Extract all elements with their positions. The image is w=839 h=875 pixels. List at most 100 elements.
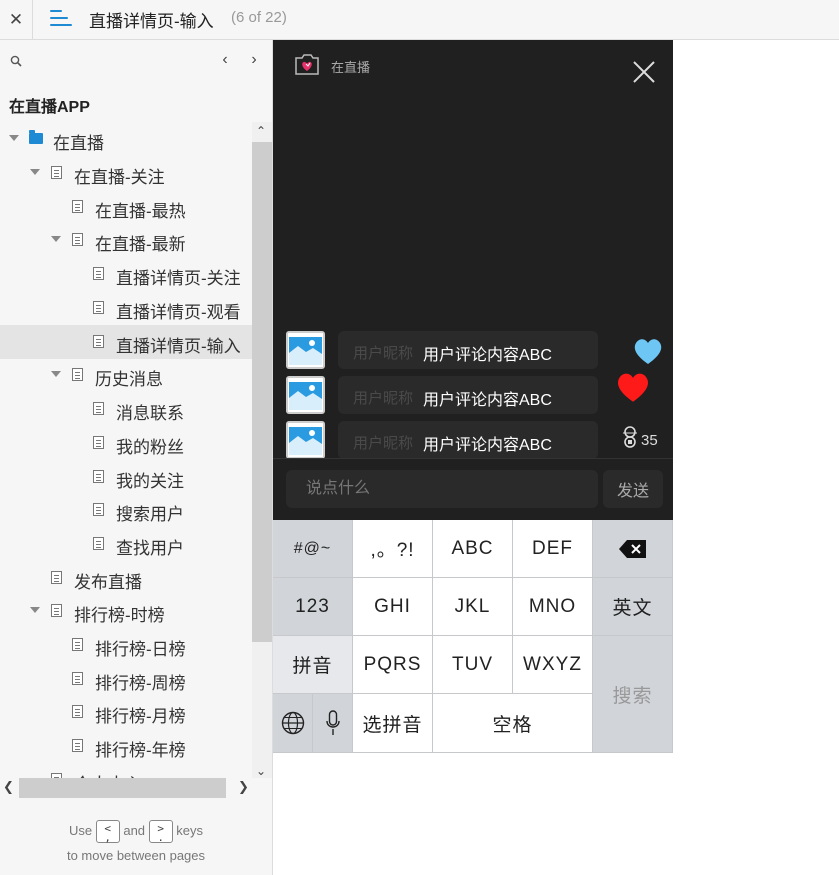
tree-item-label: 直播详情页-观看 — [116, 303, 241, 322]
page-icon — [72, 672, 83, 685]
scrollbar-thumb[interactable] — [252, 142, 272, 642]
tree-item-label: 历史消息 — [95, 370, 163, 389]
key-select-pinyin[interactable]: 选拼音 — [353, 694, 433, 753]
key-search[interactable]: 搜索 — [593, 636, 673, 753]
comment-input[interactable] — [286, 470, 598, 508]
logo-text: 在直播 — [331, 60, 371, 75]
scrollbar-thumb[interactable] — [19, 778, 226, 798]
page-icon — [72, 705, 83, 718]
previous-page-icon[interactable]: ‹ — [218, 52, 232, 68]
key-globe[interactable] — [273, 694, 313, 753]
key-jkl[interactable]: JKL — [433, 578, 513, 636]
close-icon[interactable]: ✕ — [0, 0, 33, 39]
scroll-right-icon[interactable]: ❯ — [238, 779, 249, 795]
send-button[interactable]: 发送 — [603, 470, 663, 508]
globe-icon — [281, 711, 304, 735]
key-pinyin[interactable]: 拼音 — [273, 636, 353, 694]
page-icon — [93, 267, 104, 280]
tree-item-label: 排行榜-月榜 — [95, 707, 186, 726]
tree-item-label: 消息联系 — [116, 404, 184, 423]
tree-item[interactable]: 发布直播 — [0, 561, 252, 595]
tree-item[interactable]: 排行榜-月榜 — [0, 695, 252, 729]
search-icon[interactable] — [10, 55, 22, 67]
tree-item[interactable]: 排行榜-年榜 — [0, 729, 252, 763]
scroll-left-icon[interactable]: ❮ — [3, 779, 14, 795]
key-punctuation[interactable]: ,。?! — [353, 520, 433, 578]
page-icon — [72, 739, 83, 752]
tree-item[interactable]: 消息联系 — [0, 392, 252, 426]
ime-keyboard: #@~ ,。?! ABC DEF 123 GHI JKL MNO 英文 拼音 P… — [273, 520, 673, 753]
keyboard-hint: Use <, and >. keys to move between pages — [0, 818, 272, 868]
tree-item[interactable]: 直播详情页-观看 — [0, 291, 252, 325]
page-tree: 在直播 在直播-关注 在直播-最热 在直播-最新 直播详情页-关注 直播详情页-… — [0, 122, 252, 778]
key-def[interactable]: DEF — [513, 520, 593, 578]
close-icon[interactable] — [632, 60, 656, 84]
like-counter: 35 — [619, 426, 663, 452]
tree-item[interactable]: 排行榜-日榜 — [0, 628, 252, 662]
horizontal-scrollbar[interactable]: ❮ ❯ — [0, 778, 252, 798]
key-wxyz[interactable]: WXYZ — [513, 636, 593, 694]
page-icon — [72, 638, 83, 651]
tree-item-label: 发布直播 — [74, 573, 142, 592]
menu-icon[interactable] — [50, 8, 72, 30]
comment-nickname: 用户昵称 — [353, 435, 414, 452]
key-abc[interactable]: ABC — [433, 520, 513, 578]
tree-item-selected[interactable]: 直播详情页-输入 — [0, 325, 252, 359]
tree-item[interactable]: 在直播-关注 — [0, 156, 252, 190]
comment-item: 用户昵称 用户评论内容ABC — [286, 331, 598, 369]
key-tuv[interactable]: TUV — [433, 636, 513, 694]
caret-down-icon[interactable] — [51, 371, 61, 377]
caret-down-icon[interactable] — [51, 236, 61, 242]
key-symbols[interactable]: #@~ — [273, 520, 353, 578]
tree-item-label: 个人中心 — [74, 770, 142, 778]
key-mic[interactable] — [313, 694, 353, 753]
tree-item[interactable]: 我的关注 — [0, 460, 252, 494]
key-pqrs[interactable]: PQRS — [353, 636, 433, 694]
page-icon — [93, 335, 104, 348]
page-icon — [93, 470, 104, 483]
tree-item[interactable]: 个人中心 — [0, 763, 252, 778]
tree-item[interactable]: 排行榜-周榜 — [0, 662, 252, 696]
key-english[interactable]: 英文 — [593, 578, 673, 636]
key-ghi[interactable]: GHI — [353, 578, 433, 636]
page-icon — [51, 571, 62, 584]
comment-bubble: 用户昵称 用户评论内容ABC — [338, 421, 598, 459]
tree-item-label: 在直播 — [53, 134, 104, 153]
caret-down-icon[interactable] — [30, 607, 40, 613]
hint-line2: to move between pages — [66, 848, 206, 864]
comment-text: 用户评论内容ABC — [423, 437, 552, 454]
phone-preview: 在直播 用户昵称 用户评论内容ABC 用户昵称 用户评论内容ABC 用户昵称 用… — [273, 40, 673, 753]
tree-item[interactable]: 历史消息 — [0, 358, 252, 392]
page-count: (6 of 22) — [231, 9, 287, 26]
tree-item[interactable]: 我的粉丝 — [0, 426, 252, 460]
delete-icon — [618, 539, 646, 558]
tree-item-label: 直播详情页-输入 — [116, 337, 241, 356]
logo-icon — [295, 54, 319, 75]
tree-item[interactable]: 排行榜-时榜 — [0, 594, 252, 628]
tree-item-folder[interactable]: 在直播 — [0, 122, 252, 156]
tree-item-label: 在直播-关注 — [74, 168, 165, 187]
key-space[interactable]: 空格 — [433, 694, 593, 753]
caret-down-icon[interactable] — [30, 169, 40, 175]
avatar-image-icon[interactable] — [286, 331, 325, 369]
key-delete[interactable] — [593, 520, 673, 578]
key-mno[interactable]: MNO — [513, 578, 593, 636]
tree-item[interactable]: 在直播-最新 — [0, 223, 252, 257]
key-numbers[interactable]: 123 — [273, 578, 353, 636]
tree-item[interactable]: 直播详情页-关注 — [0, 257, 252, 291]
tree-item[interactable]: 搜索用户 — [0, 493, 252, 527]
avatar-image-icon[interactable] — [286, 421, 325, 459]
hint-use: Use — [68, 823, 93, 838]
next-page-icon[interactable]: › — [247, 52, 261, 68]
page-icon — [93, 301, 104, 314]
scroll-down-icon[interactable]: ⌄ — [256, 764, 266, 778]
avatar-image-icon[interactable] — [286, 376, 325, 414]
vertical-scrollbar[interactable]: ⌃ ⌄ — [252, 122, 272, 778]
scroll-up-icon[interactable]: ⌃ — [256, 124, 266, 138]
tree-item-label: 查找用户 — [116, 539, 184, 558]
tree-item[interactable]: 查找用户 — [0, 527, 252, 561]
tree-item-label: 在直播-最热 — [95, 202, 186, 221]
caret-down-icon[interactable] — [9, 135, 19, 141]
heart-blue-icon — [634, 339, 662, 364]
tree-item[interactable]: 在直播-最热 — [0, 190, 252, 224]
